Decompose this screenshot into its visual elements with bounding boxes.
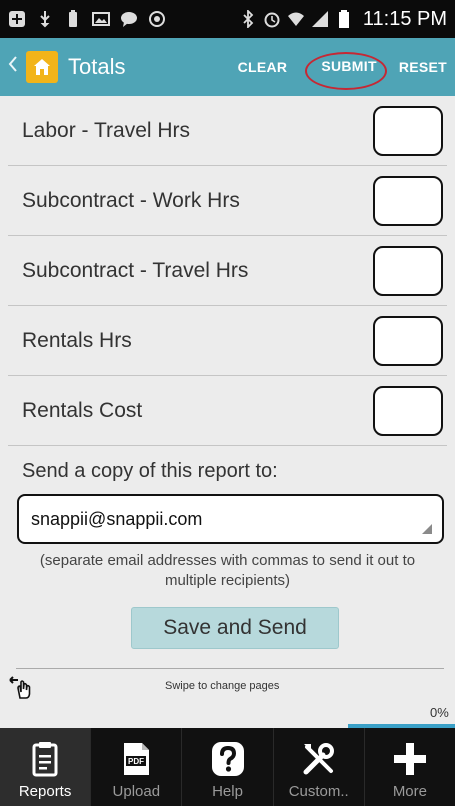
alarm-icon xyxy=(263,10,281,28)
chat-icon xyxy=(120,10,138,28)
save-and-send-button[interactable]: Save and Send xyxy=(131,607,339,649)
row-label: Subcontract - Work Hrs xyxy=(22,188,240,212)
reset-button[interactable]: RESET xyxy=(391,53,455,81)
totals-form: Labor - Travel Hrs Subcontract - Work Hr… xyxy=(8,96,447,446)
email-hint: (separate email addresses with commas to… xyxy=(39,552,416,589)
row-label: Rentals Hrs xyxy=(22,328,132,352)
bottom-toolbar: Reports PDF Upload Help Custom.. More xyxy=(0,728,455,806)
notification-icons xyxy=(8,10,239,28)
plus-icon xyxy=(393,743,426,775)
tab-label: Custom.. xyxy=(288,783,349,800)
labor-travel-hrs-input[interactable] xyxy=(373,105,443,156)
tab-reports[interactable]: Reports xyxy=(0,728,91,806)
tab-label: More xyxy=(392,783,427,800)
send-copy-label: Send a copy of this report to: xyxy=(22,460,278,482)
tools-icon xyxy=(303,743,334,775)
bluetooth-icon xyxy=(239,8,257,30)
row-label: Rentals Cost xyxy=(22,398,143,422)
app-logo[interactable] xyxy=(26,51,58,83)
form-row-subcontract-work-hrs: Subcontract - Work Hrs xyxy=(8,166,447,236)
row-label: Subcontract - Travel Hrs xyxy=(22,258,249,282)
form-row-rentals-cost: Rentals Cost xyxy=(8,376,447,446)
system-icons: 11:15 PM xyxy=(239,8,447,31)
add-notification-icon xyxy=(8,10,26,28)
rentals-hrs-input[interactable] xyxy=(373,315,443,366)
rentals-cost-input[interactable] xyxy=(373,385,443,436)
wifi-icon xyxy=(287,10,305,28)
tab-upload[interactable]: PDF Upload xyxy=(90,728,181,806)
form-row-subcontract-travel-hrs: Subcontract - Travel Hrs xyxy=(8,236,447,306)
form-row-rentals-hrs: Rentals Hrs xyxy=(8,306,447,376)
subcontract-travel-hrs-input[interactable] xyxy=(373,245,443,296)
subcontract-work-hrs-input[interactable] xyxy=(373,175,443,226)
clear-button[interactable]: CLEAR xyxy=(230,53,296,81)
row-label: Labor - Travel Hrs xyxy=(22,118,191,142)
house-icon xyxy=(34,59,50,75)
clock: 11:15 PM xyxy=(362,7,447,30)
pdf-icon: PDF xyxy=(124,743,150,775)
image-icon xyxy=(92,10,110,28)
battery-icon xyxy=(335,10,353,28)
action-bar: Totals CLEAR SUBMIT RESET xyxy=(0,38,455,96)
battery-full-icon xyxy=(64,10,82,28)
tab-label: Upload xyxy=(112,783,161,800)
submit-highlight-circle xyxy=(305,52,388,90)
tab-customize[interactable]: Custom.. xyxy=(272,728,364,806)
divider xyxy=(16,668,444,669)
progress-percent: 0% xyxy=(430,705,449,720)
signal-icon xyxy=(311,10,329,28)
tab-more[interactable]: More xyxy=(363,728,455,806)
question-icon xyxy=(211,742,244,776)
resize-corner-icon xyxy=(422,524,432,534)
tab-help[interactable]: Help xyxy=(181,728,272,806)
swipe-hand-icon xyxy=(8,674,36,700)
swipe-hint: Swipe to change pages xyxy=(165,680,280,692)
page-title: Totals xyxy=(68,54,126,79)
submit-button-wrap: SUBMIT xyxy=(305,52,388,90)
tab-label: Help xyxy=(212,783,243,800)
status-bar: 11:15 PM xyxy=(0,0,455,38)
email-recipients-input[interactable] xyxy=(17,494,444,544)
svg-text:PDF: PDF xyxy=(128,757,144,766)
clipboard-icon xyxy=(32,742,58,777)
tab-label: Reports xyxy=(18,783,72,800)
usb-icon xyxy=(36,10,54,28)
back-chevron-icon[interactable] xyxy=(8,55,20,79)
form-row-labor-travel-hrs: Labor - Travel Hrs xyxy=(8,96,447,166)
data-sync-icon xyxy=(148,10,166,28)
